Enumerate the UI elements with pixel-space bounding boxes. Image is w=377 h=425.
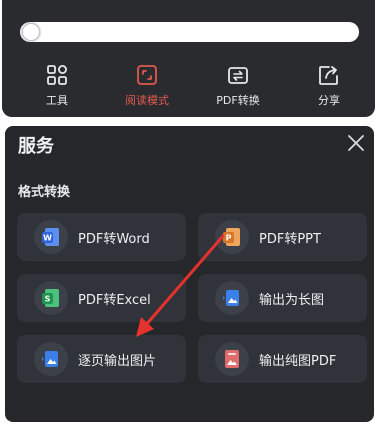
export-page-images-label: 逐页输出图片 (78, 353, 157, 369)
grid-icon (47, 65, 67, 85)
pdf-to-excel-label: PDF转Excel (78, 292, 151, 308)
pdf-to-excel-button[interactable]: S PDF转Excel (17, 274, 186, 322)
pdf-convert-label: PDF转换 (216, 94, 260, 107)
close-icon[interactable] (346, 133, 366, 153)
excel-icon: S (42, 289, 59, 307)
panel-title: 服务 (18, 136, 54, 157)
share-button[interactable]: 分享 (289, 63, 369, 111)
image-pdf-icon (225, 350, 239, 368)
page-image-icon-badge (34, 342, 68, 376)
toolbar-actions: 工具 阅读模式 PDF转换 分享 (2, 63, 375, 111)
reading-mode-icon (137, 65, 157, 85)
share-icon (319, 66, 338, 85)
tools-label: 工具 (46, 94, 68, 107)
ppt-icon: P (223, 228, 240, 246)
section-title: 格式转换 (18, 185, 71, 200)
image-pdf-icon-badge (215, 342, 249, 376)
tools-button[interactable]: 工具 (17, 63, 97, 111)
pdf-to-ppt-label: PDF转PPT (259, 231, 321, 247)
export-image-pdf-label: 输出纯图PDF (259, 353, 337, 369)
pdf-to-word-button[interactable]: W PDF转Word (17, 213, 186, 261)
export-long-image-label: 输出为长图 (259, 292, 325, 308)
reader-toolbar: · · · · · · · · · · · · · 工具 阅读模式 (2, 0, 375, 117)
share-label: 分享 (318, 94, 340, 107)
pdf-to-word-label: PDF转Word (78, 231, 150, 247)
slider-thumb[interactable] (22, 23, 40, 41)
excel-icon-badge: S (34, 281, 68, 315)
page-indicator-text: · · · · · · · · · · · · · (20, 0, 240, 5)
export-long-image-button[interactable]: 输出为长图 (198, 274, 367, 322)
word-icon-badge: W (34, 220, 68, 254)
svg-text:S: S (45, 295, 51, 304)
long-image-icon (223, 290, 239, 306)
svg-text:W: W (43, 234, 52, 243)
pdf-convert-button[interactable]: PDF转换 (198, 63, 278, 111)
service-panel: 服务 格式转换 W PDF转Word P PDF转PPT S PDF转Excel… (5, 126, 374, 422)
export-image-pdf-button[interactable]: 输出纯图PDF (198, 335, 367, 383)
export-page-images-button[interactable]: 逐页输出图片 (17, 335, 186, 383)
reading-mode-button[interactable]: 阅读模式 (107, 63, 187, 111)
page-image-icon (42, 351, 58, 367)
word-icon: W (42, 228, 59, 246)
pdf-convert-icon (228, 67, 248, 84)
reading-mode-label: 阅读模式 (125, 94, 169, 107)
svg-text:P: P (226, 234, 232, 243)
pdf-to-ppt-button[interactable]: P PDF转PPT (198, 213, 367, 261)
page-progress-slider[interactable] (20, 22, 359, 42)
long-image-icon-badge (215, 281, 249, 315)
ppt-icon-badge: P (215, 220, 249, 254)
